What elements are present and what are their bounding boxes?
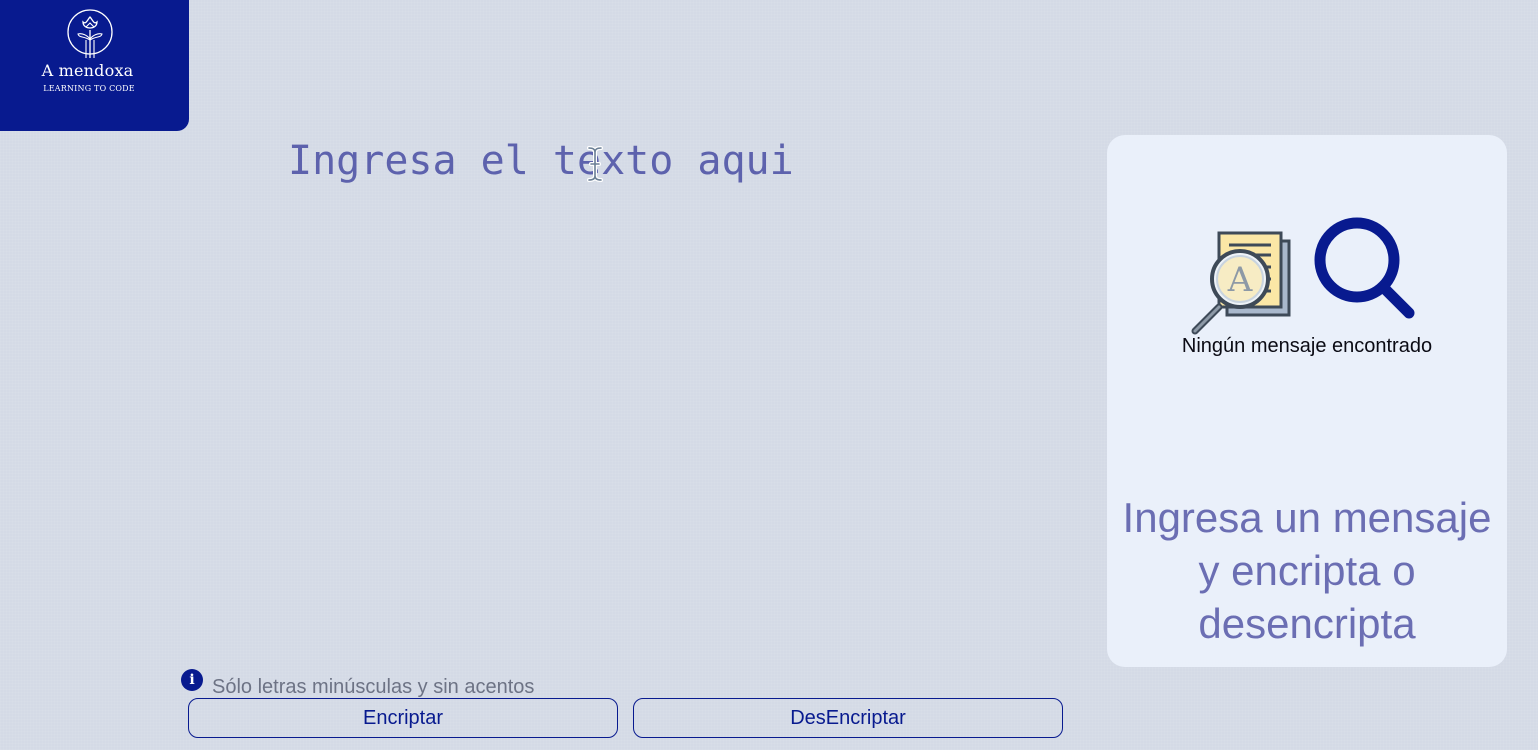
text-cursor-icon bbox=[587, 146, 603, 182]
info-icon: i bbox=[181, 669, 203, 691]
search-icon bbox=[1314, 217, 1415, 319]
encrypt-button[interactable]: Encriptar bbox=[188, 698, 618, 738]
decrypt-button[interactable]: DesEncriptar bbox=[633, 698, 1063, 738]
brand-name: A mendoxa bbox=[41, 61, 134, 80]
empty-state-message: Ingresa un mensaje y encripta o desencri… bbox=[1122, 494, 1492, 647]
input-hint: i Sólo letras minúsculas y sin acentos bbox=[181, 669, 535, 698]
document-magnifier-icon: A bbox=[1191, 231, 1291, 335]
output-panel: A Ningún mensaje encontrado Ingresa un m… bbox=[1107, 135, 1507, 667]
brand-tagline: LEARNING TO CODE bbox=[43, 84, 135, 93]
message-input[interactable] bbox=[288, 132, 1078, 648]
hint-text: Sólo letras minúsculas y sin acentos bbox=[212, 675, 535, 698]
rose-emblem-icon bbox=[67, 9, 113, 58]
empty-state-title: Ningún mensaje encontrado bbox=[1181, 335, 1433, 357]
brand-logo: A mendoxa LEARNING TO CODE bbox=[0, 0, 189, 131]
svg-text:A: A bbox=[1227, 260, 1253, 300]
